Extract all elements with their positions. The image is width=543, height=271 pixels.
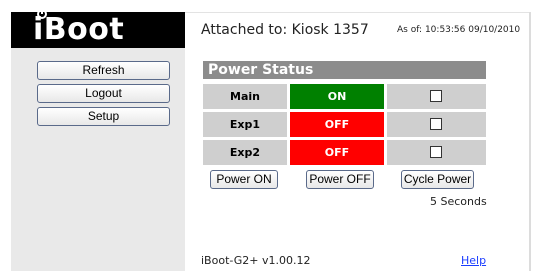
outlet-state-exp1: OFF	[290, 112, 384, 137]
outlet-select-cell-exp1	[387, 112, 486, 137]
logout-button[interactable]: Logout	[37, 84, 170, 103]
power-on-button[interactable]: Power ON	[210, 170, 278, 189]
outlet-label-exp1: Exp1	[203, 112, 287, 137]
sidebar: iBoot Refresh Logout Setup	[11, 6, 185, 271]
outlet-checkbox-exp2[interactable]	[430, 146, 442, 158]
setup-button[interactable]: Setup	[37, 107, 170, 126]
frame-top-border	[185, 12, 531, 13]
power-i-icon: i	[33, 6, 47, 48]
outlet-label-main: Main	[203, 84, 287, 109]
frame-right-border	[529, 12, 531, 271]
refresh-button[interactable]: Refresh	[37, 61, 170, 80]
outlet-select-cell-main	[387, 84, 486, 109]
outlet-state-main: ON	[290, 84, 384, 109]
cycle-power-button[interactable]: Cycle Power	[401, 170, 474, 189]
outlet-checkbox-main[interactable]	[430, 90, 442, 102]
as-of-timestamp: As of: 10:53:56 09/10/2010	[397, 25, 521, 35]
outlet-checkbox-exp1[interactable]	[430, 118, 442, 130]
power-off-button[interactable]: Power OFF	[306, 170, 374, 189]
cycle-duration: 5 Seconds	[430, 195, 487, 208]
attached-device: Attached to: Kiosk 1357	[201, 22, 369, 38]
outlet-select-cell-exp2	[387, 140, 486, 165]
help-link[interactable]: Help	[461, 254, 486, 267]
firmware-version: iBoot-G2+ v1.00.12	[201, 254, 311, 267]
outlet-label-exp2: Exp2	[203, 140, 287, 165]
iboot-page: iBoot Refresh Logout Setup Attached to: …	[0, 0, 543, 271]
power-status-title: Power Status	[203, 61, 486, 79]
iboot-logo: iBoot	[11, 6, 185, 48]
outlet-state-exp2: OFF	[290, 140, 384, 165]
